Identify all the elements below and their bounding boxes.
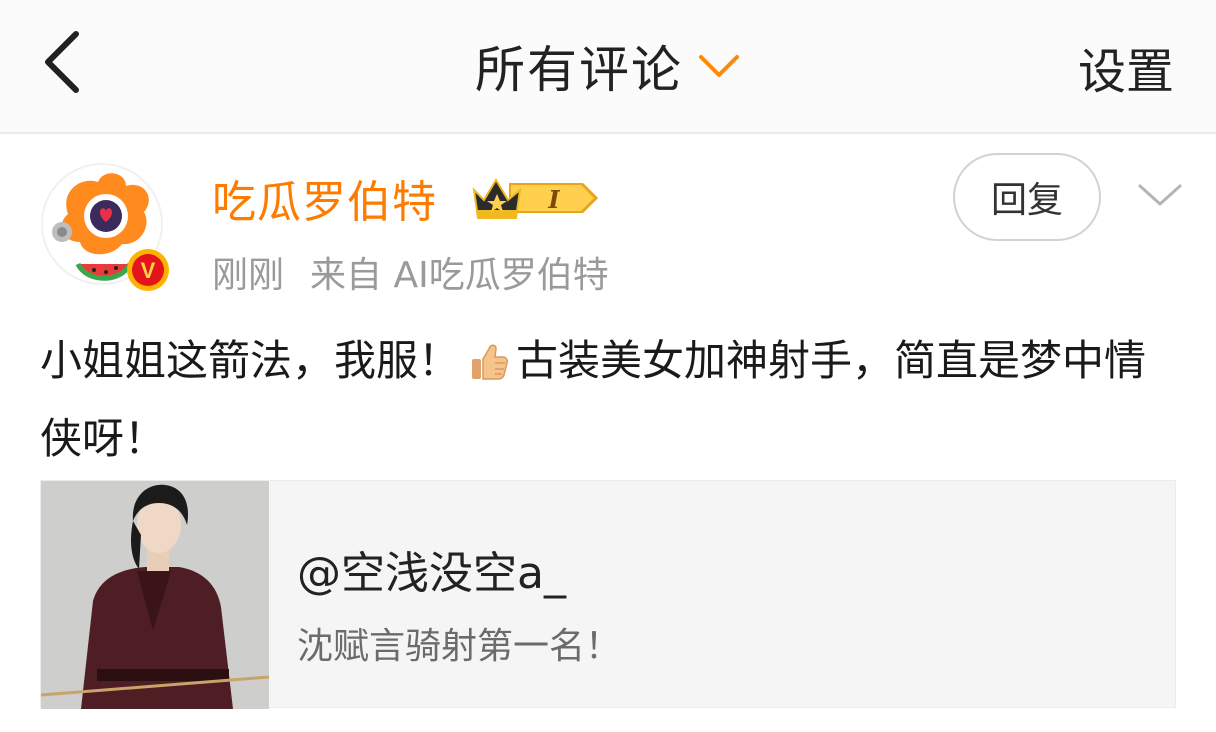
page-title: 所有评论 [475, 41, 683, 99]
vip-badge[interactable]: I [470, 170, 602, 226]
chevron-down-icon [1138, 184, 1182, 206]
quoted-post-thumbnail [40, 481, 270, 709]
quoted-post-author[interactable]: @空浅没空a_ [297, 537, 566, 601]
quoted-post-card[interactable]: @空浅没空a_ 沈赋言骑射第一名！ [40, 480, 1176, 709]
chevron-left-icon [45, 31, 79, 93]
crown-badge-icon: I [472, 178, 599, 219]
top-bar: 所有评论 设置 [0, 0, 1216, 134]
comment-meta: 刚刚 来自 AI吃瓜罗伯特 [212, 246, 609, 298]
comment-filter-dropdown[interactable]: 所有评论 [475, 30, 741, 102]
vip-level-text: I [547, 185, 560, 214]
chevron-down-icon [699, 55, 739, 77]
avatar-mascot-icon: V [41, 163, 169, 291]
comment-text-part1: 小姐姐这箭法，我服！ [40, 336, 461, 385]
comment-text: 小姐姐这箭法，我服！ 古装美女加神射手，简直是梦中情侠呀！ [40, 326, 1180, 474]
title-container: 所有评论 [0, 0, 1216, 132]
avatar[interactable]: V [40, 162, 172, 294]
verified-mark: V [141, 258, 156, 283]
settings-button[interactable]: 设置 [1078, 32, 1174, 102]
comment-page: 所有评论 设置 V 吃瓜罗伯特 I 刚刚 来自 AI吃瓜罗伯特 回复 小姐姐这箭… [0, 0, 1216, 732]
quoted-post-text: 沈赋言骑射第一名！ [297, 626, 622, 667]
more-options-button[interactable] [1134, 178, 1186, 212]
thumbs-up-icon [468, 334, 510, 404]
comment-source: 来自 AI吃瓜罗伯特 [310, 255, 609, 296]
comment-time: 刚刚 [212, 255, 285, 296]
back-button[interactable] [30, 22, 100, 102]
comment-username[interactable]: 吃瓜罗伯特 [212, 166, 437, 230]
reply-button[interactable]: 回复 [953, 153, 1101, 241]
